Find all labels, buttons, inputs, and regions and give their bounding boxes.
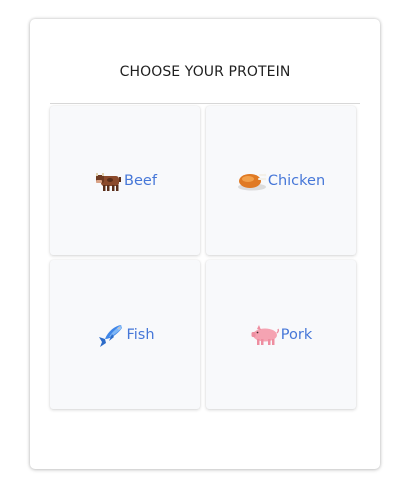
protein-option-fish[interactable]: Fish <box>50 260 200 409</box>
protein-option-chicken[interactable]: Chicken <box>206 106 356 255</box>
fish-icon <box>95 320 125 350</box>
page-title: CHOOSE YOUR PROTEIN <box>119 64 291 80</box>
protein-option-label: Fish <box>126 326 155 343</box>
protein-option-label: Chicken <box>267 172 326 189</box>
protein-option-beef[interactable]: Beef <box>50 106 200 255</box>
pig-icon <box>250 320 280 350</box>
protein-option-label: Pork <box>280 326 313 343</box>
title-divider <box>50 103 360 104</box>
cow-icon <box>93 166 123 196</box>
protein-option-pork[interactable]: Pork <box>206 260 356 409</box>
protein-selection-card: CHOOSE YOUR PROTEIN Beef Chicken Fish Po… <box>30 19 380 469</box>
roast-chicken-icon <box>237 166 267 196</box>
protein-option-label: Beef <box>124 172 157 189</box>
